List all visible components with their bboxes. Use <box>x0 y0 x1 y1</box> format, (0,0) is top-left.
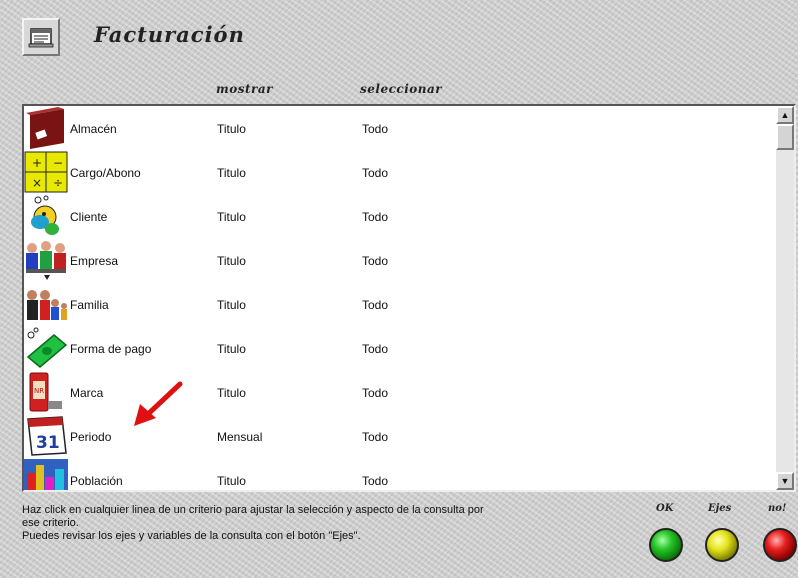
svg-text:31: 31 <box>36 433 60 453</box>
scroll-up-icon[interactable]: ▲ <box>776 106 794 124</box>
criterion-select-value[interactable]: Todo <box>362 298 388 312</box>
page-title: Facturación <box>94 22 245 47</box>
criterion-select-value[interactable]: Todo <box>362 386 388 400</box>
criterion-name: Empresa <box>70 254 119 268</box>
criterion-name: Cliente <box>70 210 108 224</box>
help-line: Puedes revisar los ejes y variables de l… <box>22 530 361 542</box>
criterion-show-value[interactable]: Titulo <box>217 386 246 400</box>
payment-method-icon <box>26 327 68 368</box>
warehouse-icon <box>26 107 64 149</box>
svg-text:×: × <box>32 176 42 190</box>
list-item[interactable]: Población Titulo Todo <box>24 458 776 490</box>
list-item[interactable]: Cliente Titulo Todo <box>24 194 776 238</box>
criterion-select-value[interactable]: Todo <box>362 342 388 356</box>
criterion-name: Población <box>70 474 123 488</box>
population-icon <box>24 459 68 490</box>
criterion-select-value[interactable]: Todo <box>362 430 388 444</box>
help-text: Haz click en cualquier linea de un crite… <box>22 504 634 543</box>
criterion-show-value[interactable]: Mensual <box>217 430 262 444</box>
criterion-show-value[interactable]: Titulo <box>217 342 246 356</box>
criterion-select-value[interactable]: Todo <box>362 210 388 224</box>
criterion-select-value[interactable]: Todo <box>362 254 388 268</box>
calendar-icon: 31 <box>27 416 67 456</box>
family-icon <box>27 290 67 320</box>
svg-text:+: + <box>32 156 42 170</box>
list-item[interactable]: Almacén Titulo Todo <box>24 106 776 150</box>
brand-icon: NR <box>29 372 62 412</box>
help-line: Haz click en cualquier linea de un crite… <box>22 504 484 516</box>
criterion-select-value[interactable]: Todo <box>362 122 388 136</box>
criterion-name: Cargo/Abono <box>70 166 141 180</box>
criterion-show-value[interactable]: Titulo <box>217 254 246 268</box>
list-item[interactable]: Empresa Titulo Todo <box>24 238 776 282</box>
criterion-name: Marca <box>70 386 104 400</box>
criterion-name: Forma de pago <box>70 342 152 356</box>
list-item[interactable]: Familia Titulo Todo <box>24 282 776 326</box>
scroll-down-icon[interactable]: ▼ <box>776 472 794 490</box>
charge-credit-icon: + − × ÷ <box>24 151 68 193</box>
column-header-select: seleccionar <box>360 82 443 96</box>
ok-button-label: OK <box>656 503 674 514</box>
criterion-name: Periodo <box>70 430 112 444</box>
client-icon <box>31 195 59 235</box>
criterion-name: Familia <box>70 298 109 312</box>
report-icon[interactable] <box>22 18 60 56</box>
svg-text:NR: NR <box>34 387 44 395</box>
criterion-show-value[interactable]: Titulo <box>217 210 246 224</box>
criterion-name: Almacén <box>70 122 117 136</box>
ok-button[interactable] <box>649 528 683 562</box>
criteria-list: Almacén Titulo Todo + − × ÷ Cargo/Abono … <box>22 104 796 492</box>
vertical-scrollbar[interactable]: ▲ ▼ <box>776 106 794 490</box>
scrollbar-thumb[interactable] <box>776 124 794 150</box>
list-item[interactable]: + − × ÷ Cargo/Abono Titulo Todo <box>24 150 776 194</box>
criterion-select-value[interactable]: Todo <box>362 474 388 488</box>
svg-text:−: − <box>53 156 63 170</box>
criterion-show-value[interactable]: Titulo <box>217 166 246 180</box>
help-line: ese criterio. <box>22 517 79 529</box>
criterion-select-value[interactable]: Todo <box>362 166 388 180</box>
axes-button-label: Ejes <box>708 503 732 514</box>
company-icon <box>26 241 66 280</box>
criterion-show-value[interactable]: Titulo <box>217 298 246 312</box>
axes-button[interactable] <box>705 528 739 562</box>
annotation-arrow-icon <box>134 381 183 426</box>
column-header-show: mostrar <box>216 82 273 96</box>
no-button[interactable] <box>763 528 797 562</box>
svg-text:÷: ÷ <box>53 176 63 190</box>
window-header: Facturación <box>0 0 798 70</box>
no-button-label: no! <box>768 503 787 514</box>
criterion-show-value[interactable]: Titulo <box>217 474 246 488</box>
list-item[interactable]: Forma de pago Titulo Todo <box>24 326 776 370</box>
criterion-show-value[interactable]: Titulo <box>217 122 246 136</box>
